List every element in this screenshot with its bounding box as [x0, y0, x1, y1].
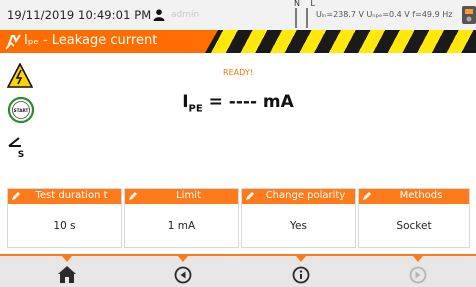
param-label: Methods — [399, 190, 443, 201]
probe-s-icon: S — [8, 137, 24, 158]
param-header: Methods — [359, 189, 469, 204]
pencil-icon — [12, 192, 20, 200]
status-bar: 19/11/2019 10:49:01 PM admin N L Uₗₙ=238… — [0, 0, 476, 30]
status-ready: READY! — [223, 68, 253, 77]
svg-text:S: S — [18, 150, 24, 158]
param-methods[interactable]: Methods Socket — [359, 189, 469, 247]
leakage-reading: IPE = ---- mA — [0, 92, 476, 114]
param-label: Test duration t — [35, 190, 108, 201]
user-icon[interactable] — [153, 9, 165, 21]
pencil-icon — [363, 192, 371, 200]
device-icon[interactable] — [461, 4, 476, 26]
page-title: Iₚₑ - Leakage current — [24, 33, 158, 48]
param-change-polarity[interactable]: Change polarity Yes — [242, 189, 355, 247]
param-test-duration[interactable]: Test duration t 10 s — [8, 189, 121, 247]
info-icon[interactable] — [289, 256, 313, 287]
reading-subscript: PE — [188, 103, 203, 115]
param-value: Yes — [290, 220, 307, 232]
param-header: Change polarity — [242, 189, 355, 204]
forward-icon[interactable] — [406, 256, 430, 287]
param-value: 10 s — [53, 220, 76, 232]
reading-value: = ---- mA — [202, 92, 294, 112]
param-header: Test duration t — [8, 189, 121, 204]
param-label: Change polarity — [265, 190, 346, 201]
param-label: Limit — [176, 190, 201, 201]
pencil-icon — [246, 192, 254, 200]
phase-lines-icon — [295, 8, 308, 28]
mains-measurements: Uₗₙ=238.7 V Uₙₚₑ=0.4 V f=49.9 Hz — [316, 10, 453, 19]
param-limit[interactable]: Limit 1 mA — [125, 189, 238, 247]
header-bar: Iₚₑ - Leakage current — [0, 30, 476, 53]
param-header: Limit — [125, 189, 238, 204]
param-value: 1 mA — [167, 220, 196, 232]
back-icon[interactable] — [171, 256, 195, 287]
home-icon[interactable] — [55, 256, 79, 287]
datetime: 19/11/2019 10:49:01 PM — [7, 8, 152, 22]
header-title-area: Iₚₑ - Leakage current — [0, 30, 218, 53]
leakage-measure-icon — [5, 33, 21, 50]
user-name[interactable]: admin — [171, 10, 199, 20]
phase-labels: N L — [294, 0, 319, 8]
pencil-icon — [129, 192, 137, 200]
param-value: Socket — [396, 220, 432, 232]
